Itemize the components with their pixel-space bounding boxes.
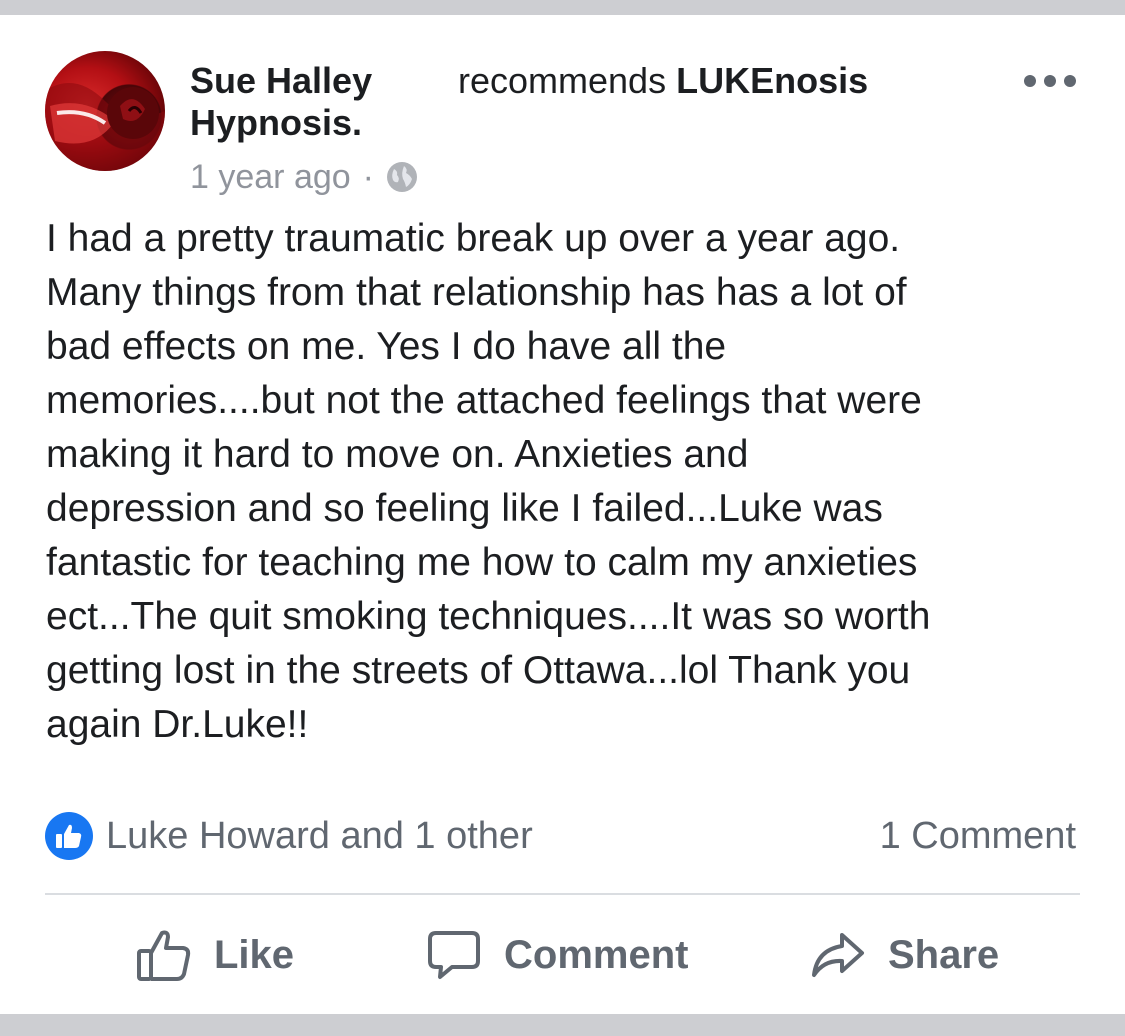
author-name[interactable]: Sue Halley Hypnosis. bbox=[190, 60, 400, 144]
share-arrow-icon bbox=[812, 933, 864, 977]
post-text-line: I had a pretty traumatic break up over a… bbox=[46, 217, 901, 260]
post-meta: 1 year ago · bbox=[190, 156, 418, 198]
post-text-line: again Dr.Luke!! bbox=[46, 703, 309, 746]
meta-separator: · bbox=[362, 158, 374, 196]
post-text-line: making it hard to move on. Anxieties and bbox=[46, 433, 749, 476]
ellipsis-icon[interactable] bbox=[1024, 70, 1076, 92]
thumbs-up-icon[interactable] bbox=[45, 812, 93, 860]
page-name-link[interactable]: LUKEnosis bbox=[676, 60, 868, 101]
recommends-word: recommends bbox=[458, 60, 667, 101]
bottom-frame-bar bbox=[0, 1014, 1125, 1036]
like-label: Like bbox=[214, 932, 295, 977]
top-frame-bar bbox=[0, 0, 1125, 15]
post-timestamp[interactable]: 1 year ago bbox=[190, 156, 351, 198]
post-text-line: fantastic for teaching me how to calm my… bbox=[46, 541, 918, 584]
author-avatar[interactable] bbox=[45, 51, 165, 171]
post-text-line: bad effects on me. Yes I do have all the bbox=[46, 325, 727, 368]
share-label: Share bbox=[888, 932, 1000, 977]
divider bbox=[45, 893, 1080, 895]
share-button[interactable]: Share bbox=[810, 925, 999, 985]
reactors-text[interactable]: Luke Howard and 1 other bbox=[106, 812, 533, 860]
comment-button[interactable]: Comment bbox=[426, 925, 688, 985]
like-button[interactable]: Like bbox=[136, 925, 294, 985]
post-text-line: memories....but not the attached feeling… bbox=[46, 379, 922, 422]
comment-label: Comment bbox=[504, 932, 689, 977]
post-text-line: getting lost in the streets of Ottawa...… bbox=[46, 649, 911, 692]
comment-bubble-icon bbox=[428, 931, 480, 979]
thumbs-up-outline-icon bbox=[137, 930, 191, 981]
globe-icon bbox=[386, 161, 418, 193]
comment-count[interactable]: 1 Comment bbox=[880, 812, 1076, 860]
post-text-line: ect...The quit smoking techniques....It … bbox=[46, 595, 931, 638]
recommends-line: recommends LUKEnosis bbox=[458, 60, 868, 102]
post-text-line: Many things from that relationship has h… bbox=[46, 271, 907, 314]
post-text-line: depression and so feeling like I failed.… bbox=[46, 487, 883, 530]
post-body: I had a pretty traumatic break up over a… bbox=[46, 212, 1086, 752]
